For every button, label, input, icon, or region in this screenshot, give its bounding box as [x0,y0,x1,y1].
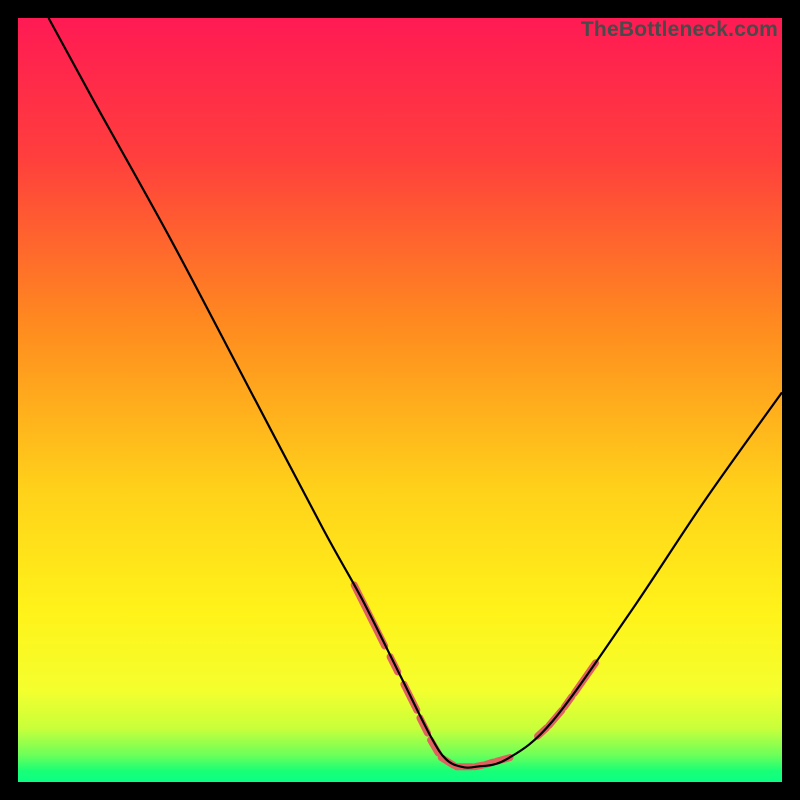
watermark-label: TheBottleneck.com [581,18,778,42]
chart-frame: TheBottleneck.com [18,18,782,782]
chart-plot [18,18,782,782]
gradient-background [18,18,782,782]
